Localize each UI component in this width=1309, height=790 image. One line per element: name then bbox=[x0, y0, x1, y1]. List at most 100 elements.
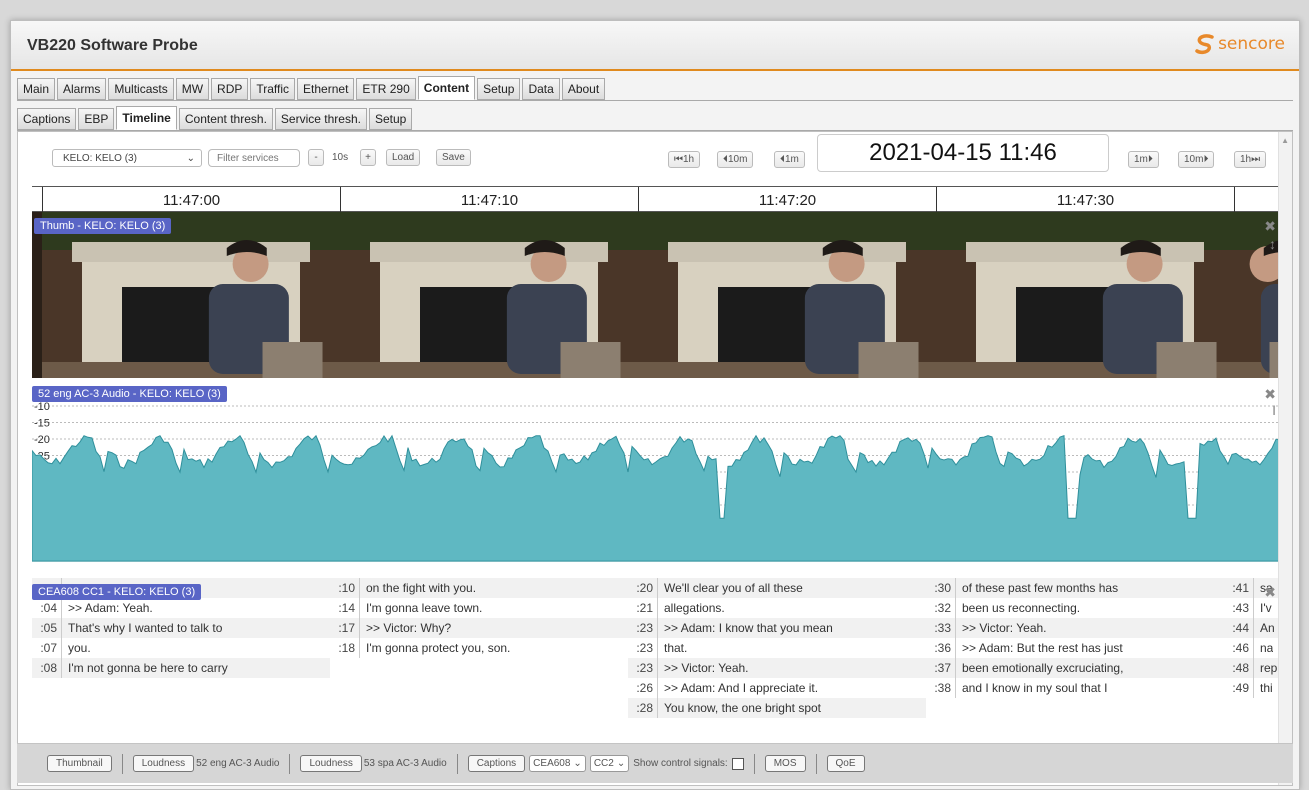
caption-row[interactable]: :23 >> Adam: I know that you mean bbox=[628, 618, 926, 638]
chevron-down-icon: ⌄ bbox=[573, 758, 582, 769]
caption-row[interactable]: :04 >> Adam: Yeah. bbox=[32, 598, 330, 618]
caption-row[interactable]: :18 I'm gonna protect you, son. bbox=[330, 638, 628, 658]
resize-panel-icon[interactable]: ↕ bbox=[1269, 236, 1276, 252]
back-1h-button[interactable]: ⏮1h bbox=[668, 151, 701, 168]
subtab-setup[interactable]: Setup bbox=[368, 108, 413, 130]
video-thumbnail[interactable] bbox=[340, 212, 638, 378]
captions-type-select[interactable]: CEA608 ⌄ bbox=[529, 755, 586, 772]
tab-etr-290[interactable]: ETR 290 bbox=[356, 78, 416, 100]
caption-row[interactable]: :33 >> Victor: Yeah. bbox=[926, 618, 1224, 638]
increase-interval-button[interactable]: + bbox=[360, 149, 376, 166]
captions-type-value: CEA608 bbox=[533, 758, 571, 769]
resize-audio-panel-icon[interactable]: Ι bbox=[1272, 402, 1276, 418]
tab-setup[interactable]: Setup bbox=[477, 78, 521, 100]
caption-column: :30 of these past few months has:32 been u… bbox=[926, 578, 1224, 698]
subtab-service-thresh[interactable]: Service thresh. bbox=[274, 108, 367, 130]
captions-channel-select[interactable]: CC2 ⌄ bbox=[589, 755, 630, 772]
close-caption-panel-icon[interactable]: ✖ bbox=[1264, 584, 1276, 601]
caption-row[interactable]: :28 You know, the one bright spot bbox=[628, 698, 926, 718]
qoe-button[interactable]: QoE bbox=[826, 755, 865, 772]
loudness-eng-button[interactable]: Loudness bbox=[132, 755, 195, 772]
thumbnail-panel-label: Thumb - KELO: KELO (3) bbox=[34, 218, 172, 234]
caption-row[interactable]: :44 An bbox=[1224, 618, 1282, 638]
caption-row[interactable]: :08 I'm not gonna be here to carry bbox=[32, 658, 330, 678]
separator bbox=[815, 753, 817, 774]
sub-tab-bar: Captions EBP Timeline Content thresh. Servic… bbox=[17, 106, 413, 130]
caption-time: :49 bbox=[1224, 678, 1254, 698]
caption-time: :23 bbox=[628, 638, 658, 658]
caption-row[interactable]: :36 >> Adam: But the rest has just bbox=[926, 638, 1224, 658]
caption-row[interactable]: :30 of these past few months has bbox=[926, 578, 1224, 598]
close-panel-icon[interactable]: ✖ bbox=[1264, 218, 1276, 235]
caption-row[interactable]: :20 We'll clear you of all these bbox=[628, 578, 926, 598]
caption-row[interactable]: :48 rep bbox=[1224, 658, 1282, 678]
tab-ethernet[interactable]: Ethernet bbox=[297, 78, 355, 100]
vertical-scrollbar[interactable]: ▲ ▼ bbox=[1278, 132, 1292, 785]
caption-row[interactable]: :46 na bbox=[1224, 638, 1282, 658]
tab-main[interactable]: Main bbox=[17, 78, 56, 100]
caption-row[interactable]: :26 >> Adam: And I appreciate it. bbox=[628, 678, 926, 698]
caption-row[interactable]: :38 and I know in my soul that I bbox=[926, 678, 1224, 698]
tab-about[interactable]: About bbox=[561, 78, 606, 100]
tab-data[interactable]: Data bbox=[522, 78, 560, 100]
loudness-eng-label: 52 eng AC-3 Audio bbox=[196, 758, 280, 769]
video-thumbnail[interactable] bbox=[638, 212, 936, 378]
tab-content[interactable]: Content bbox=[417, 76, 476, 100]
forward-1m-button[interactable]: 1m⏵ bbox=[1128, 151, 1159, 168]
load-button[interactable]: Load bbox=[386, 149, 421, 166]
tab-alarms[interactable]: Alarms bbox=[57, 78, 107, 100]
caption-time: :04 bbox=[32, 598, 62, 618]
caption-row[interactable]: :43 I'v bbox=[1224, 598, 1282, 618]
caption-text: of these past few months has bbox=[962, 581, 1119, 595]
subtab-content-thresh[interactable]: Content thresh. bbox=[178, 108, 273, 130]
forward-10m-button[interactable]: 10m⏵ bbox=[1178, 151, 1215, 168]
subtab-captions[interactable]: Captions bbox=[17, 108, 77, 130]
caption-row[interactable]: :23 that. bbox=[628, 638, 926, 658]
timeline-tick: 11:47:30 bbox=[936, 187, 1234, 213]
service-select[interactable]: KELO: KELO (3) ⌄ bbox=[52, 149, 202, 167]
caption-row[interactable]: :05 That's why I wanted to talk to bbox=[32, 618, 330, 638]
audio-loudness-area bbox=[32, 434, 1282, 562]
caption-text: We'll clear you of all these bbox=[664, 581, 803, 595]
separator bbox=[456, 753, 458, 774]
filter-services-input[interactable] bbox=[208, 149, 300, 167]
tab-rdp[interactable]: RDP bbox=[211, 78, 249, 100]
decrease-interval-button[interactable]: - bbox=[308, 149, 324, 166]
caption-row[interactable]: :32 been us reconnecting. bbox=[926, 598, 1224, 618]
back-1m-button[interactable]: ⏴1m bbox=[774, 151, 805, 168]
separator bbox=[121, 753, 123, 774]
loudness-spa-button[interactable]: Loudness bbox=[300, 755, 362, 772]
tab-traffic[interactable]: Traffic bbox=[250, 78, 296, 100]
save-button[interactable]: Save bbox=[436, 149, 471, 166]
caption-text: >> Adam: But the rest has just bbox=[962, 641, 1123, 655]
tab-multicasts[interactable]: Multicasts bbox=[108, 78, 174, 100]
caption-time: :38 bbox=[926, 678, 956, 698]
mos-button[interactable]: MOS bbox=[764, 755, 806, 772]
caption-row[interactable]: :37 been emotionally excruciating, bbox=[926, 658, 1224, 678]
app-window: VB220 Software Probe sencore Main Alarms M… bbox=[10, 20, 1300, 790]
timeline-tick: 11:47:10 bbox=[340, 187, 638, 213]
caption-row[interactable]: :49 thi bbox=[1224, 678, 1282, 698]
timeline-tick-edge bbox=[1234, 187, 1264, 213]
caption-text: I'm gonna leave town. bbox=[366, 601, 483, 615]
captions-button[interactable]: Captions bbox=[467, 755, 526, 772]
subtab-ebp[interactable]: EBP bbox=[78, 108, 115, 130]
close-audio-panel-icon[interactable]: ✖ bbox=[1264, 386, 1276, 403]
caption-row[interactable]: :10 on the fight with you. bbox=[330, 578, 628, 598]
current-datetime[interactable]: 2021-04-15 11:46 bbox=[817, 134, 1109, 172]
thumbnail-button[interactable]: Thumbnail bbox=[47, 755, 112, 772]
caption-row[interactable]: :14 I'm gonna leave town. bbox=[330, 598, 628, 618]
tab-mw[interactable]: MW bbox=[175, 78, 210, 100]
back-10m-button[interactable]: ⏴10m bbox=[717, 151, 754, 168]
caption-row[interactable]: :07 you. bbox=[32, 638, 330, 658]
caption-row[interactable]: :21 allegations. bbox=[628, 598, 926, 618]
video-thumbnail[interactable] bbox=[42, 212, 340, 378]
scroll-up-icon[interactable]: ▲ bbox=[1281, 136, 1289, 145]
subtab-timeline[interactable]: Timeline bbox=[116, 106, 177, 130]
video-thumbnail[interactable] bbox=[936, 212, 1234, 378]
service-select-value: KELO: KELO (3) bbox=[63, 152, 137, 164]
forward-1h-button[interactable]: 1h⏭ bbox=[1234, 151, 1267, 168]
caption-row[interactable]: :17 >> Victor: Why? bbox=[330, 618, 628, 638]
caption-row[interactable]: :23 >> Victor: Yeah. bbox=[628, 658, 926, 678]
control-signals-checkbox[interactable] bbox=[731, 757, 744, 770]
